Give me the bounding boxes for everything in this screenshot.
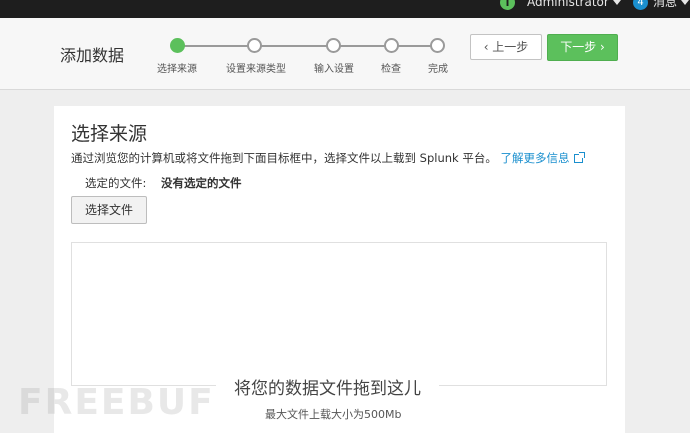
- step-1-label: 选择来源: [157, 64, 197, 75]
- user-menu[interactable]: Administrator: [527, 0, 621, 9]
- step-3-label: 输入设置: [314, 64, 354, 75]
- external-link-icon: [573, 152, 585, 163]
- messages-menu[interactable]: 消息: [653, 0, 690, 9]
- chevron-down-icon: [681, 0, 690, 5]
- step-1-indicator: [170, 38, 185, 53]
- section-title: 选择来源: [71, 123, 148, 145]
- step-4-indicator: [384, 38, 399, 53]
- learn-more-label: 了解更多信息: [500, 151, 570, 165]
- drop-zone-title: 将您的数据文件拖到这儿: [216, 374, 439, 399]
- selected-file-label: 选定的文件:: [85, 176, 147, 190]
- user-name: Administrator: [527, 0, 609, 9]
- drop-zone-size-limit: 最大文件上载大小为500Mb: [265, 408, 402, 421]
- description-text: 通过浏览您的计算机或将文件拖到下面目标框中，选择文件以上载到 Splunk 平台…: [71, 151, 497, 165]
- chevron-down-icon: [612, 0, 621, 5]
- info-icon[interactable]: i: [500, 0, 515, 10]
- step-5-label: 完成: [428, 64, 448, 75]
- step-4-label: 检查: [381, 64, 401, 75]
- section-description: 通过浏览您的计算机或将文件拖到下面目标框中，选择文件以上载到 Splunk 平台…: [71, 150, 585, 166]
- choose-file-button[interactable]: 选择文件: [71, 196, 147, 224]
- top-navigation-bar: i Administrator 4 消息: [0, 0, 690, 18]
- step-5-indicator: [430, 38, 445, 53]
- messages-label: 消息: [653, 0, 678, 9]
- page-title: 添加数据: [60, 46, 125, 65]
- watermark-logo: FREEBUF: [18, 382, 215, 423]
- message-count-badge[interactable]: 4: [633, 0, 648, 10]
- step-2-label: 设置来源类型: [226, 64, 286, 75]
- step-2-indicator: [247, 38, 262, 53]
- learn-more-link[interactable]: 了解更多信息: [500, 151, 585, 165]
- selected-file-value: 没有选定的文件: [161, 176, 242, 190]
- previous-step-button[interactable]: ‹ 上一步: [470, 34, 542, 60]
- step-3-indicator: [326, 38, 341, 53]
- wizard-header: 添加数据 选择来源 设置来源类型 输入设置 检查 完成 ‹ 上一步 下一步 ›: [0, 18, 690, 90]
- file-drop-zone[interactable]: [71, 242, 607, 386]
- next-step-button[interactable]: 下一步 ›: [547, 34, 618, 61]
